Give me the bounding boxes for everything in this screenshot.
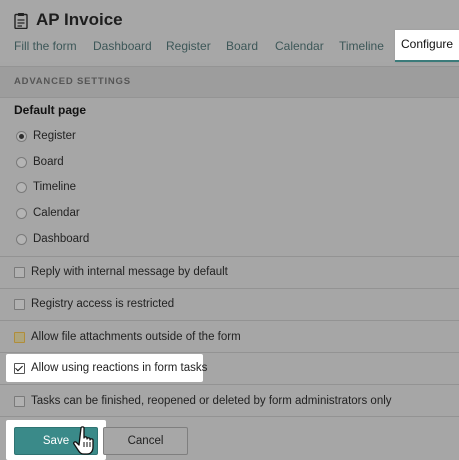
checkbox-label: Allow file attachments outside of the fo… (31, 331, 241, 343)
divider (0, 352, 459, 353)
option-file-attachments[interactable]: Allow file attachments outside of the fo… (14, 327, 241, 347)
radio-label: Timeline (33, 181, 77, 193)
checkbox[interactable] (14, 331, 25, 343)
radio-option-calendar[interactable]: Calendar (16, 204, 80, 222)
divider (0, 288, 459, 289)
checkbox-checked[interactable] (14, 362, 25, 374)
clipboard-icon (14, 12, 28, 29)
radio-option-dashboard[interactable]: Dashboard (16, 230, 89, 248)
checkbox[interactable] (14, 266, 25, 278)
divider (0, 384, 459, 385)
form-header: AP Invoice Fill the form Dashboard Regis… (0, 0, 459, 62)
radio-label: Calendar (33, 207, 80, 219)
section-heading: ADVANCED SETTINGS (14, 76, 131, 87)
radio-label: Register (33, 130, 76, 142)
checkbox-label: Allow using reactions in form tasks (31, 362, 208, 374)
checkbox[interactable] (14, 395, 25, 407)
radio-label: Dashboard (33, 233, 90, 245)
tab-dashboard[interactable]: Dashboard (93, 38, 152, 54)
tab-register[interactable]: Register (166, 38, 211, 54)
tab-calendar[interactable]: Calendar (275, 38, 324, 54)
radio-button[interactable] (16, 181, 27, 193)
radio-button[interactable] (16, 130, 27, 142)
tab-board[interactable]: Board (226, 38, 258, 54)
radio-label: Board (33, 156, 64, 168)
radio-option-register[interactable]: Register (16, 127, 76, 145)
advanced-settings-header: ADVANCED SETTINGS (0, 66, 459, 98)
hand-pointer-icon (73, 426, 94, 455)
checkbox-label: Registry access is restricted (31, 298, 175, 310)
checkbox[interactable] (14, 298, 25, 310)
tab-fill-the-form[interactable]: Fill the form (14, 38, 77, 54)
checkbox-label: Reply with internal message by default (31, 266, 228, 278)
divider (0, 416, 459, 417)
cancel-button[interactable]: Cancel (103, 427, 188, 455)
tab-timeline[interactable]: Timeline (339, 38, 384, 54)
option-admin-only-tasks[interactable]: Tasks can be finished, reopened or delet… (14, 391, 392, 411)
checkbox-label: Tasks can be finished, reopened or delet… (31, 395, 392, 407)
radio-button[interactable] (16, 207, 27, 219)
option-registry-restricted[interactable]: Registry access is restricted (14, 294, 174, 314)
radio-option-timeline[interactable]: Timeline (16, 178, 76, 196)
option-reply-internal[interactable]: Reply with internal message by default (14, 262, 228, 282)
title-row: AP Invoice (14, 9, 123, 31)
radio-button[interactable] (16, 233, 27, 245)
tab-configure[interactable]: Configure (395, 30, 459, 62)
page-title: AP Invoice (36, 10, 123, 29)
default-page-label: Default page (14, 103, 87, 117)
divider (0, 256, 459, 257)
radio-option-board[interactable]: Board (16, 153, 64, 171)
divider (0, 320, 459, 321)
option-allow-reactions[interactable]: Allow using reactions in form tasks (14, 358, 207, 378)
radio-button[interactable] (16, 156, 27, 168)
